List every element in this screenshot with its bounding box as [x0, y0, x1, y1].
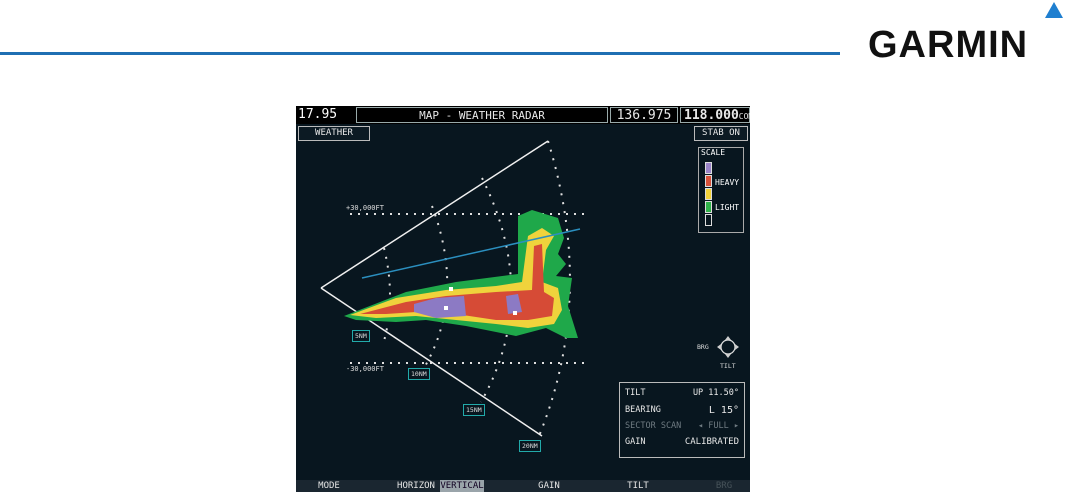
sector-scan-value: ◂ FULL ▸: [698, 421, 739, 431]
range-label-20nm: 20NM: [519, 440, 541, 452]
scale-label-heavy: HEAVY: [715, 178, 740, 187]
bearing-label: BRG: [697, 343, 709, 351]
mfd-screen: 17.95 MAP - WEATHER RADAR 136.975 118.00…: [296, 106, 750, 492]
tilt-row-value: UP 11.50°: [692, 388, 739, 398]
scale-swatch-heavy: [705, 175, 712, 187]
range-arc-5nm: [383, 247, 391, 342]
tilt-row[interactable]: TILT UP 11.50°: [625, 386, 739, 401]
bearing-tilt-knob-icon: [720, 339, 736, 355]
gain-row-value: CALIBRATED: [684, 437, 739, 447]
radar-settings-window: TILT UP 11.50° BEARING L 15° SECTOR SCAN…: [619, 382, 745, 458]
softkey-gain[interactable]: GAIN: [528, 480, 570, 492]
scale-legend: SCALE HEAVY LIGHT: [698, 147, 744, 233]
sector-scan-row[interactable]: SECTOR SCAN ◂ FULL ▸: [625, 419, 739, 434]
tilt-label: TILT: [720, 362, 736, 370]
gain-row[interactable]: GAIN CALIBRATED: [625, 435, 739, 450]
scale-swatch-none: [705, 214, 712, 226]
softkey-mode[interactable]: MODE: [300, 480, 358, 492]
softkey-bar: MODE HORIZON VERTICAL GAIN TILT BRG: [296, 480, 750, 492]
altitude-label-upper: +30,000FT: [346, 204, 384, 212]
scan-boundary-upper: [320, 140, 549, 289]
scale-swatch-moderate: [705, 188, 712, 200]
bearing-row-value: L 15°: [708, 405, 739, 416]
softkey-vertical[interactable]: VERTICAL: [440, 480, 484, 492]
sector-scan-label: SECTOR SCAN: [625, 421, 682, 431]
scale-label-light: LIGHT: [715, 203, 740, 212]
header-rule: [0, 52, 840, 55]
softkey-tilt[interactable]: TILT: [614, 480, 662, 492]
tilt-row-label: TILT: [625, 388, 646, 398]
bearing-row[interactable]: BEARING L 15°: [625, 403, 739, 418]
softkey-brg[interactable]: BRG: [700, 480, 748, 492]
softkey-horizon[interactable]: HORIZON: [392, 480, 440, 492]
scale-title: SCALE: [701, 148, 726, 157]
gain-row-label: GAIN: [625, 437, 646, 447]
garmin-triangle-icon: [1045, 2, 1063, 18]
range-label-15nm: 15NM: [463, 404, 485, 416]
range-label-10nm: 10NM: [408, 368, 430, 380]
scale-swatch-extreme: [705, 162, 712, 174]
range-label-5nm: 5NM: [352, 330, 370, 342]
scale-swatch-light: [705, 201, 712, 213]
altitude-label-lower: -30,000FT: [346, 365, 384, 373]
garmin-logo: GARMIN: [868, 24, 1029, 66]
bearing-row-label: BEARING: [625, 405, 661, 415]
